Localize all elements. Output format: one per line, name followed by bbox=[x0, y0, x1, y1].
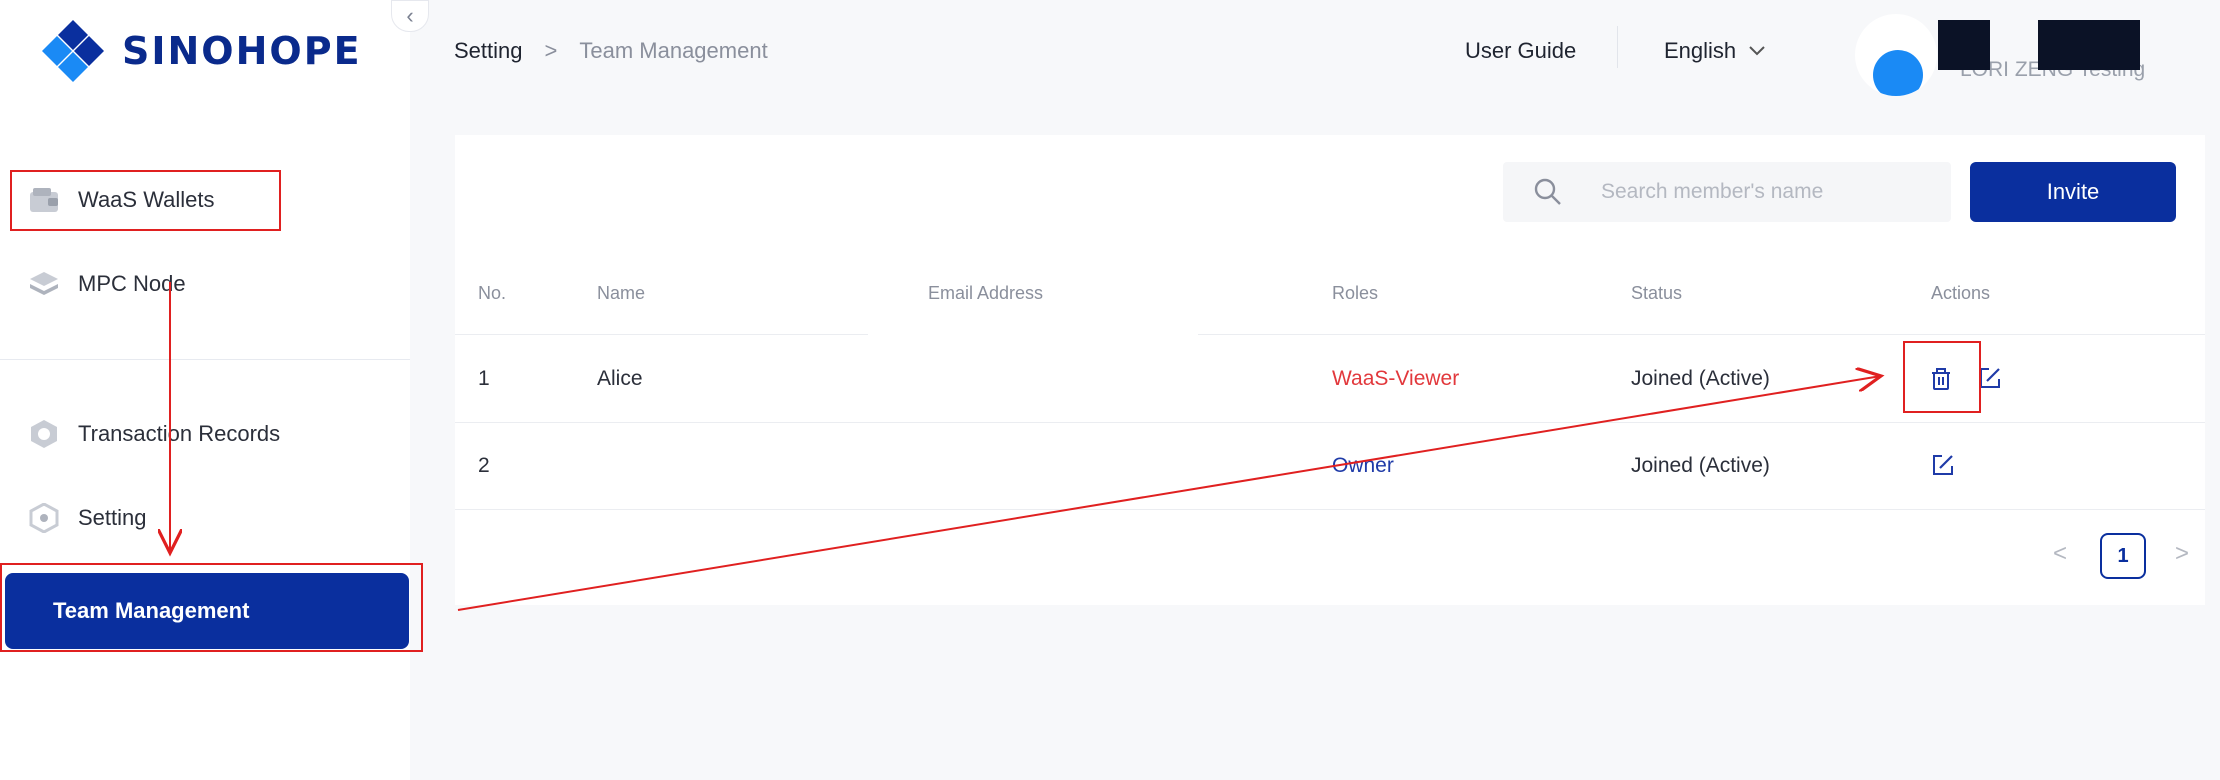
row-number: 2 bbox=[478, 454, 490, 477]
header-divider-line bbox=[455, 334, 2205, 335]
redacted-area bbox=[868, 334, 1198, 422]
row-divider-line bbox=[455, 422, 2205, 423]
edit-icon[interactable] bbox=[1930, 452, 1956, 478]
annotation-box-waas-wallets bbox=[10, 170, 281, 231]
language-selector[interactable]: English bbox=[1664, 38, 1766, 64]
annotation-box-delete bbox=[1903, 341, 1981, 413]
user-guide-link[interactable]: User Guide bbox=[1465, 38, 1576, 64]
breadcrumb-setting[interactable]: Setting bbox=[454, 38, 523, 64]
header-divider bbox=[1617, 26, 1618, 68]
avatar[interactable] bbox=[1855, 14, 1937, 96]
member-role: Owner bbox=[1332, 454, 1394, 477]
user-profile[interactable]: LORI ZENG Testing bbox=[1855, 14, 2205, 96]
breadcrumb-separator: > bbox=[544, 38, 558, 63]
column-header-email: Email Address bbox=[928, 283, 1044, 303]
row-divider-line bbox=[455, 509, 2205, 510]
column-header-actions: Actions bbox=[1931, 283, 1991, 303]
member-name: Alice bbox=[597, 367, 643, 390]
topbar: Setting > Team Management User Guide Eng… bbox=[410, 0, 2220, 100]
row-number: 1 bbox=[478, 367, 490, 390]
sidebar: SINOHOPE WaaS Wallets MPC Node Transacti… bbox=[0, 0, 410, 780]
settings-hex-icon bbox=[28, 502, 60, 534]
column-header-status: Status bbox=[1631, 283, 1683, 303]
search-icon bbox=[1534, 178, 1561, 205]
sidebar-item-label: MPC Node bbox=[78, 271, 186, 296]
sinohope-logo-icon bbox=[42, 20, 104, 82]
sidebar-divider bbox=[0, 359, 410, 360]
brand-logo[interactable]: SINOHOPE bbox=[40, 18, 362, 84]
language-label: English bbox=[1664, 38, 1737, 63]
member-status: Joined (Active) bbox=[1631, 367, 1770, 390]
search-input[interactable] bbox=[1599, 179, 1933, 205]
sidebar-item-label: Setting bbox=[78, 505, 147, 530]
pagination-page[interactable]: 1 bbox=[2100, 533, 2146, 579]
chevron-down-icon bbox=[1749, 46, 1765, 56]
breadcrumb: Setting > Team Management bbox=[454, 38, 768, 64]
brand-name: SINOHOPE bbox=[122, 29, 362, 73]
pagination-prev[interactable]: < bbox=[2053, 540, 2067, 568]
avatar-image bbox=[1873, 50, 1923, 96]
column-header-name: Name bbox=[597, 283, 646, 303]
breadcrumb-current: Team Management bbox=[579, 38, 768, 63]
column-header-no: No. bbox=[478, 283, 507, 303]
sidebar-item-setting[interactable]: Setting bbox=[28, 502, 147, 534]
member-status: Joined (Active) bbox=[1631, 454, 1770, 477]
member-role: WaaS-Viewer bbox=[1332, 367, 1460, 390]
redacted-block bbox=[1938, 20, 1990, 70]
sidebar-item-label: Transaction Records bbox=[78, 421, 281, 446]
invite-button[interactable]: Invite bbox=[1970, 162, 2176, 222]
transaction-icon bbox=[28, 418, 60, 450]
annotation-box-team-management bbox=[0, 563, 423, 652]
column-header-roles: Roles bbox=[1332, 283, 1379, 303]
member-search[interactable] bbox=[1503, 162, 1951, 222]
pagination-next[interactable]: > bbox=[2175, 540, 2189, 568]
sidebar-item-transaction-records[interactable]: Transaction Records bbox=[28, 418, 280, 450]
redacted-block bbox=[2038, 20, 2140, 70]
sidebar-item-mpc-node[interactable]: MPC Node bbox=[28, 268, 186, 300]
layers-icon bbox=[28, 268, 60, 300]
